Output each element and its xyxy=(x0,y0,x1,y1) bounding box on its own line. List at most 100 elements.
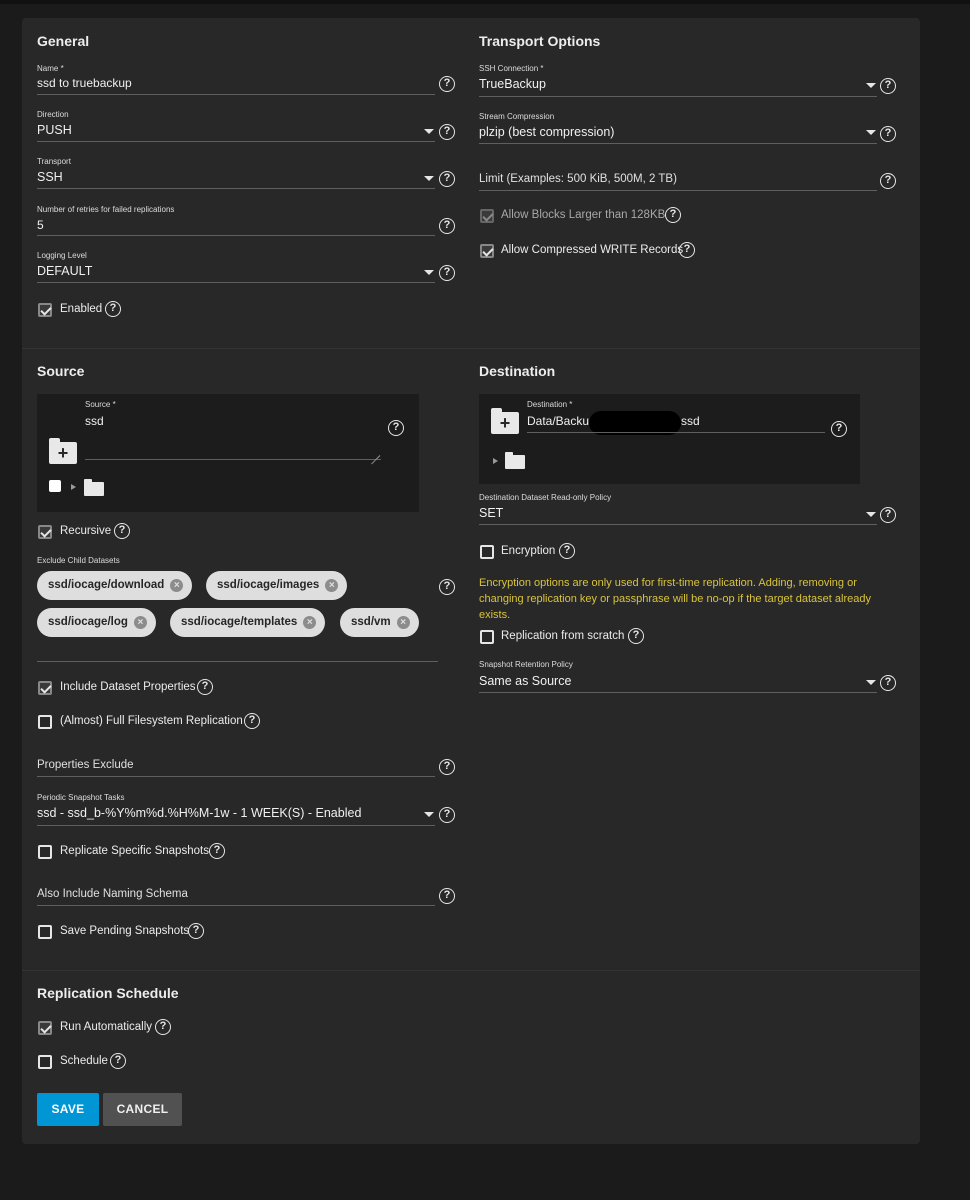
chip-remove-icon[interactable]: × xyxy=(133,616,147,629)
transport-underline xyxy=(37,188,435,189)
save-pending-help-icon[interactable] xyxy=(188,923,204,939)
allow-blocks-checkbox[interactable] xyxy=(480,209,494,223)
ssh-connection-label: SSH Connection * xyxy=(479,64,544,73)
destination-underline xyxy=(527,432,825,433)
naming-schema-input[interactable]: Also Include Naming Schema xyxy=(37,888,188,900)
include-props-checkbox[interactable] xyxy=(38,681,52,695)
readonly-policy-underline xyxy=(479,524,877,525)
exclude-chip[interactable]: ssd/iocage/images × xyxy=(206,571,348,600)
properties-exclude-underline xyxy=(37,776,435,777)
encryption-help-icon[interactable] xyxy=(559,543,575,559)
ssh-connection-help-icon[interactable] xyxy=(880,78,896,94)
readonly-policy-help-icon[interactable] xyxy=(880,507,896,523)
recursive-help-icon[interactable] xyxy=(114,523,130,539)
periodic-tasks-chevron-down-icon[interactable] xyxy=(424,812,434,817)
recursive-checkbox[interactable] xyxy=(38,525,52,539)
section-divider xyxy=(22,970,920,971)
enabled-checkbox[interactable] xyxy=(38,303,52,317)
run-auto-checkbox[interactable] xyxy=(38,1021,52,1035)
periodic-tasks-select[interactable]: ssd - ssd_b-%Y%m%d.%H%M-1w - 1 WEEK(S) -… xyxy=(37,806,361,820)
section-divider xyxy=(22,348,920,349)
direction-label: Direction xyxy=(37,110,69,119)
encryption-warning: Encryption options are only used for fir… xyxy=(479,577,871,621)
source-help-icon[interactable] xyxy=(388,420,404,436)
exclude-chip[interactable]: ssd/iocage/download × xyxy=(37,571,193,600)
direction-select[interactable]: PUSH xyxy=(37,123,72,137)
readonly-policy-chevron-down-icon[interactable] xyxy=(866,512,876,517)
retries-input[interactable]: 5 xyxy=(37,218,44,232)
source-add-folder-icon[interactable]: + xyxy=(49,438,77,464)
limit-help-icon[interactable] xyxy=(880,173,896,189)
retention-select[interactable]: Same as Source xyxy=(479,674,571,688)
allow-compressed-help-icon[interactable] xyxy=(679,242,695,258)
schedule-label: Schedule xyxy=(60,1055,108,1067)
properties-exclude-help-icon[interactable] xyxy=(439,759,455,775)
transport-chevron-down-icon[interactable] xyxy=(424,176,434,181)
stream-compression-select[interactable]: plzip (best compression) xyxy=(479,125,614,139)
name-input[interactable]: ssd to truebackup xyxy=(37,76,132,90)
exclude-chip[interactable]: ssd/vm × xyxy=(340,608,419,637)
limit-input[interactable]: Limit (Examples: 500 KiB, 500M, 2 TB) xyxy=(479,173,677,185)
properties-exclude-input[interactable]: Properties Exclude xyxy=(37,759,134,771)
retries-help-icon[interactable] xyxy=(439,218,455,234)
exclude-help-icon[interactable] xyxy=(439,579,455,595)
source-textarea[interactable]: ssd xyxy=(85,414,104,428)
exclude-chip[interactable]: ssd/iocage/templates × xyxy=(170,608,326,637)
source-tree-expand-icon[interactable] xyxy=(71,484,76,490)
direction-chevron-down-icon[interactable] xyxy=(424,129,434,134)
schedule-help-icon[interactable] xyxy=(110,1053,126,1069)
destination-title: Destination xyxy=(479,363,556,379)
encryption-checkbox[interactable] xyxy=(480,545,494,559)
destination-add-folder-icon[interactable]: + xyxy=(491,408,519,434)
logging-help-icon[interactable] xyxy=(439,265,455,281)
run-auto-help-icon[interactable] xyxy=(155,1019,171,1035)
stream-compression-help-icon[interactable] xyxy=(880,126,896,142)
direction-help-icon[interactable] xyxy=(439,124,455,140)
from-scratch-help-icon[interactable] xyxy=(628,628,644,644)
exclude-chip[interactable]: ssd/iocage/log × xyxy=(37,608,156,637)
chip-remove-icon[interactable]: × xyxy=(303,616,317,629)
stream-compression-chevron-down-icon[interactable] xyxy=(866,130,876,135)
from-scratch-checkbox[interactable] xyxy=(480,630,494,644)
allow-compressed-checkbox[interactable] xyxy=(480,244,494,258)
destination-tree-expand-icon[interactable] xyxy=(493,458,498,464)
cancel-button[interactable]: CANCEL xyxy=(103,1093,182,1126)
save-button[interactable]: SAVE xyxy=(37,1093,99,1126)
schedule-checkbox[interactable] xyxy=(38,1055,52,1069)
ssh-connection-chevron-down-icon[interactable] xyxy=(866,83,876,88)
transport-select[interactable]: SSH xyxy=(37,170,63,184)
ssh-connection-select[interactable]: TrueBackup xyxy=(479,77,546,91)
source-tree-checkbox[interactable] xyxy=(49,480,61,492)
ssh-connection-underline xyxy=(479,96,877,97)
source-explorer: Source * ssd + xyxy=(37,394,419,512)
destination-help-icon[interactable] xyxy=(831,421,847,437)
chip-remove-icon[interactable]: × xyxy=(170,579,184,592)
chip-remove-icon[interactable]: × xyxy=(396,616,410,629)
include-props-help-icon[interactable] xyxy=(197,679,213,695)
textarea-resize-icon[interactable] xyxy=(370,447,380,457)
periodic-tasks-help-icon[interactable] xyxy=(439,807,455,823)
retention-chevron-down-icon[interactable] xyxy=(866,680,876,685)
allow-blocks-help-icon[interactable] xyxy=(665,207,681,223)
full-fs-help-icon[interactable] xyxy=(244,713,260,729)
full-fs-checkbox[interactable] xyxy=(38,715,52,729)
destination-input[interactable]: Data/Backu xyxy=(527,414,589,428)
chip-remove-icon[interactable]: × xyxy=(325,579,339,592)
destination-value-prefix: Data/Backu xyxy=(527,414,590,428)
transport-help-icon[interactable] xyxy=(439,171,455,187)
retention-help-icon[interactable] xyxy=(880,675,896,691)
encryption-label: Encryption xyxy=(501,545,556,557)
readonly-policy-select[interactable]: SET xyxy=(479,506,503,520)
direction-underline xyxy=(37,141,435,142)
save-pending-checkbox[interactable] xyxy=(38,925,52,939)
full-fs-label: (Almost) Full Filesystem Replication xyxy=(60,715,243,727)
naming-schema-help-icon[interactable] xyxy=(439,888,455,904)
logging-select[interactable]: DEFAULT xyxy=(37,264,92,278)
logging-chevron-down-icon[interactable] xyxy=(424,270,434,275)
exclude-chip-label: ssd/iocage/download xyxy=(48,579,165,591)
enabled-help-icon[interactable] xyxy=(105,301,121,317)
name-help-icon[interactable] xyxy=(439,76,455,92)
replicate-specific-help-icon[interactable] xyxy=(209,843,225,859)
enabled-label: Enabled xyxy=(60,303,103,315)
replicate-specific-checkbox[interactable] xyxy=(38,845,52,859)
